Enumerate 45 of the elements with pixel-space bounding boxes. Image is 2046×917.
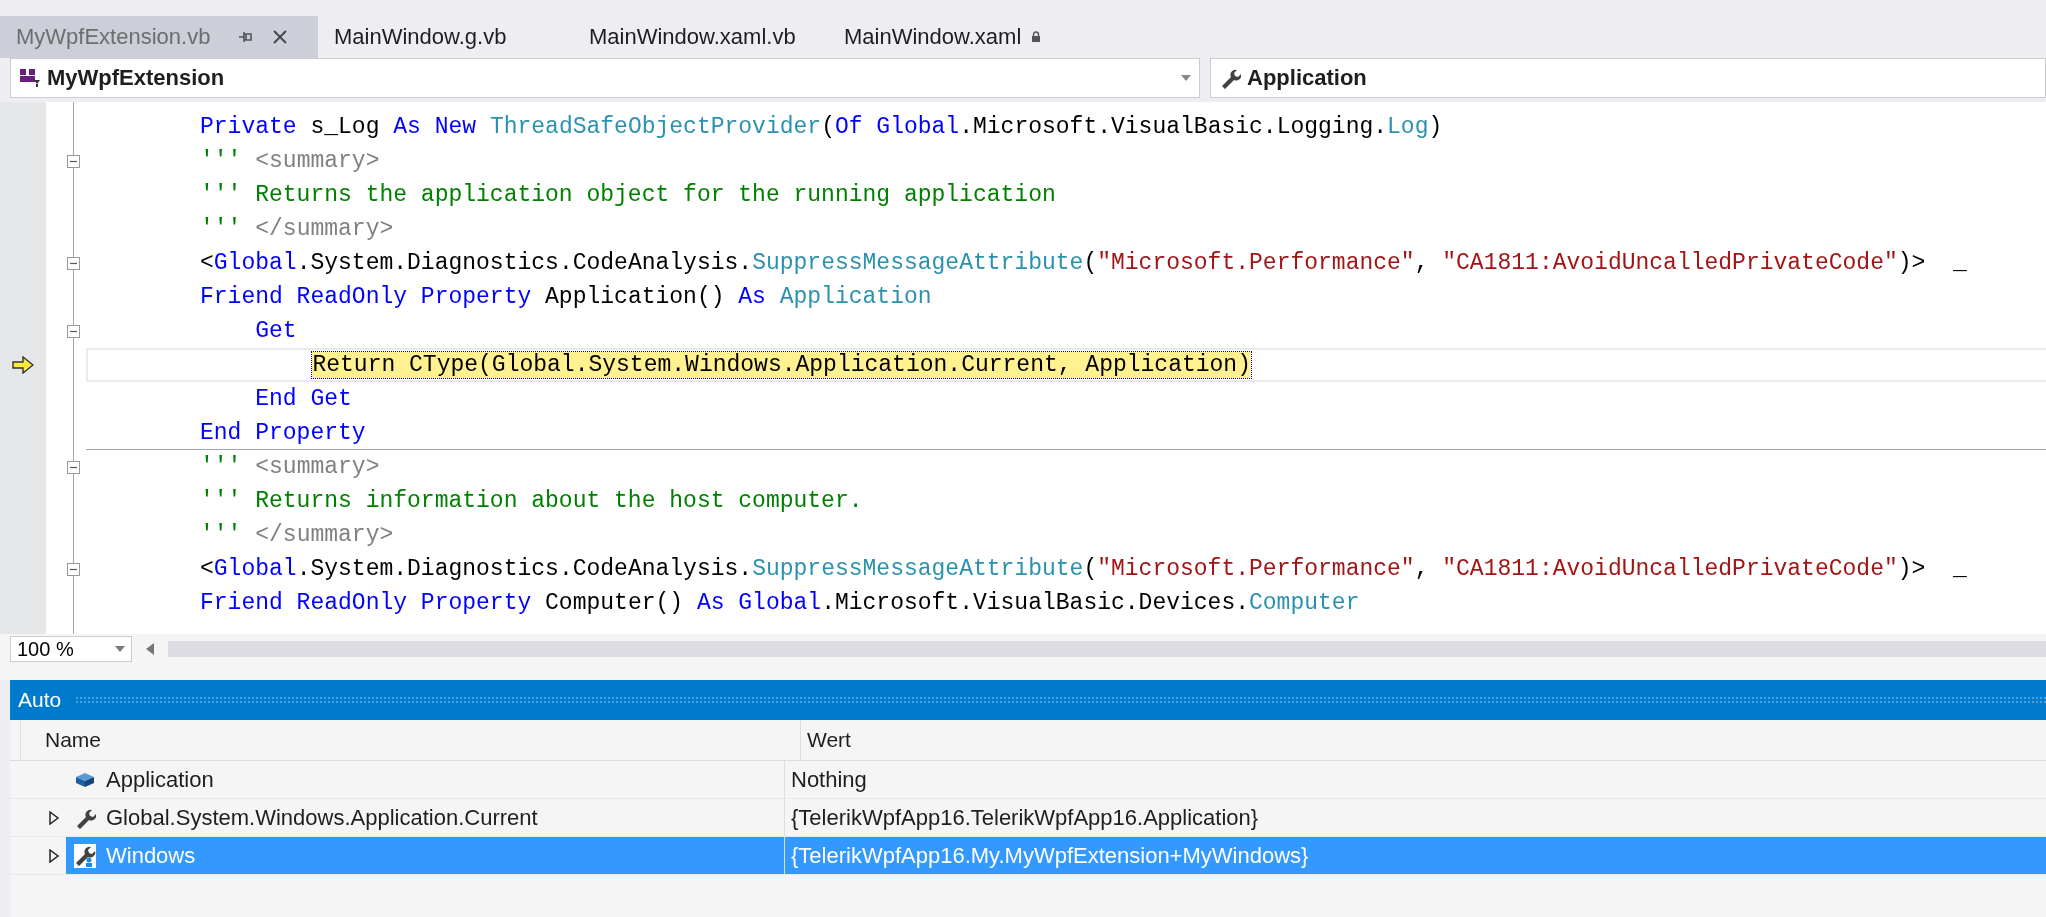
code-line: ''' <summary> — [200, 148, 380, 174]
panel-title-bar: Auto — [10, 680, 2046, 720]
variable-name-cell[interactable]: Global.System.Windows.Application.Current — [66, 799, 785, 836]
code-line: ''' Returns information about the host computer. — [200, 488, 863, 514]
collapse-icon[interactable] — [67, 562, 80, 576]
code-line: End Property — [200, 419, 366, 446]
variable-value-cell-text: {TelerikWpfApp16.TelerikWpfApp16.Application} — [790, 803, 1260, 832]
current-statement-highlight: Return CType(Global.System.Windows.Application.Current, Application) — [312, 352, 1251, 378]
column-header[interactable]: Wert — [807, 728, 851, 752]
caret-icon — [115, 646, 125, 652]
lock-icon — [1031, 31, 1042, 43]
pin-icon[interactable] — [238, 30, 255, 44]
collapse-icon[interactable] — [67, 324, 80, 338]
caret-icon — [1181, 75, 1191, 81]
code-line: Get — [254, 318, 297, 344]
code-line: End Get — [254, 386, 352, 412]
column-header[interactable]: Name — [45, 728, 102, 752]
collapse-icon[interactable] — [67, 154, 80, 168]
code-line: <Global.System.Diagnostics.CodeAnalysis.SuppressMessageAttribute("Microsoft.Performance", "CA1811:AvoidUncalledPrivateCode")> _ — [200, 556, 1967, 582]
code-line: ''' </summary> — [200, 216, 394, 242]
variable-value-cell: {TelerikWpfApp16.My.MyWpfExtension+MyWindows} — [785, 837, 2046, 874]
expand-icon[interactable] — [48, 810, 60, 825]
code-line: <Global.System.Diagnostics.CodeAnalysis.SuppressMessageAttribute("Microsoft.Performance", "CA1811:AvoidUncalledPrivateCode")> _ — [200, 250, 1967, 276]
collapse-icon[interactable] — [67, 256, 80, 270]
code-line: ''' Returns the application object for the running application — [200, 182, 1056, 208]
wrench-person-icon — [74, 843, 96, 868]
variable-value-cell-text: Nothing — [790, 765, 868, 794]
document-tab[interactable]: MainWindow.g.vb — [318, 16, 573, 58]
close-icon[interactable] — [272, 29, 289, 45]
code-line: Friend ReadOnly Property Application() As Application — [200, 284, 932, 310]
expand-icon[interactable] — [48, 848, 60, 863]
code-line: Friend ReadOnly Property Computer() As Global.Microsoft.VisualBasic.Devices.Computer — [200, 590, 1360, 616]
scroll-left-icon[interactable] — [146, 643, 154, 655]
document-tab[interactable]: MainWindow.xaml — [828, 16, 1083, 58]
code-line: Private s_Log As New ThreadSafeObjectProvider(Of Global.Microsoft.VisualBasic.Logging.Log) — [200, 114, 1443, 140]
code-line: ''' </summary> — [200, 522, 394, 548]
horizontal-scrollbar-thumb[interactable] — [168, 641, 2046, 657]
document-tab[interactable]: MainWindow.xaml.vb — [573, 16, 828, 58]
variable-name-cell[interactable]: Application — [66, 761, 785, 798]
module-icon — [19, 68, 41, 88]
zoom-dropdown[interactable]: 100 % — [10, 636, 132, 662]
collapse-icon[interactable] — [67, 460, 80, 474]
type-dropdown[interactable]: MyWpfExtension — [10, 58, 1200, 98]
code-line: ''' <summary> — [200, 454, 380, 480]
member-dropdown[interactable]: Application — [1210, 58, 2046, 98]
